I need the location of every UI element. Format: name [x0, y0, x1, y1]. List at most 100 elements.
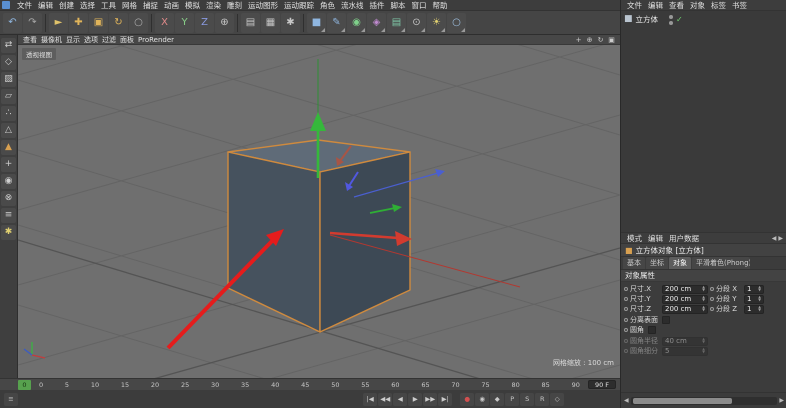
z-axis-lock-button[interactable]: Z	[195, 12, 214, 33]
scrollbar-thumb[interactable]	[632, 397, 733, 404]
menu-item[interactable]: 模拟	[182, 0, 203, 11]
attr-history-back-icon[interactable]: ◀	[772, 235, 777, 242]
segment-value-field[interactable]: 1 ▲ ▼	[744, 294, 764, 304]
rotation-key-toggle[interactable]: R	[535, 392, 550, 406]
model-mode-icon[interactable]: ◇	[1, 55, 16, 70]
light-button[interactable]: ☀	[427, 12, 446, 33]
texture-mode-icon[interactable]: ▨	[1, 72, 16, 87]
attribute-menu-item[interactable]: 编辑	[645, 233, 666, 244]
size-value-field[interactable]: 200 cm ▲ ▼	[662, 294, 708, 304]
menu-item[interactable]: 文件	[14, 0, 35, 11]
play-button[interactable]: ▶	[408, 392, 423, 406]
render-visibility-dot[interactable]	[669, 20, 674, 25]
zoom-view-icon[interactable]: ⊕	[584, 35, 595, 44]
make-editable-icon[interactable]: ⇄	[1, 38, 16, 53]
keyframe-selection-button[interactable]: ◆	[490, 392, 505, 406]
coordinate-system-button[interactable]: ⊕	[215, 12, 234, 33]
move-tool-icon[interactable]: ✚	[69, 12, 88, 33]
render-picture-viewer-button[interactable]: ▦	[261, 12, 280, 33]
attribute-menu-item[interactable]: 用户数据	[666, 233, 702, 244]
attribute-tab[interactable]: 坐标	[646, 257, 668, 269]
spinner[interactable]: ▲ ▼	[758, 295, 761, 302]
spinner[interactable]: ▲ ▼	[702, 285, 705, 292]
scroll-right-icon[interactable]: ▶	[779, 397, 784, 404]
attr-history-forward-icon[interactable]: ▶	[778, 235, 783, 242]
polygons-mode-icon[interactable]: ▲	[1, 140, 16, 155]
autokey-button[interactable]: ◉	[475, 392, 490, 406]
menu-item[interactable]: 捕捉	[140, 0, 161, 11]
size-value-field[interactable]: 200 cm ▲ ▼	[662, 304, 708, 314]
viewport-menu-item[interactable]: 查看	[21, 35, 39, 45]
redo-icon[interactable]: ↷	[23, 12, 42, 33]
keyframe-dot[interactable]	[710, 287, 714, 291]
pen-tool-button[interactable]: ✎	[327, 12, 346, 33]
modeling-settings-icon[interactable]: ✱	[1, 225, 16, 240]
last-tool-icon[interactable]: ○	[129, 12, 148, 33]
segment-value-field[interactable]: 1 ▲ ▼	[744, 284, 764, 294]
menu-item[interactable]: 插件	[367, 0, 388, 11]
spinner[interactable]: ▲ ▼	[758, 305, 761, 312]
spinner[interactable]: ▲ ▼	[758, 285, 761, 292]
animation-palette-icon[interactable]: ≡	[4, 392, 18, 406]
object-manager[interactable]: ■ 立方体 ✓	[621, 11, 786, 233]
points-mode-icon[interactable]: ∴	[1, 106, 16, 121]
scale-key-toggle[interactable]: S	[520, 392, 535, 406]
attribute-tab[interactable]: 基本	[623, 257, 645, 269]
next-frame-button[interactable]: ▶▶	[423, 392, 438, 406]
record-keyframe-button[interactable]: ●	[460, 392, 475, 406]
menu-item[interactable]: 脚本	[388, 0, 409, 11]
viewport-menu-item[interactable]: 摄像机	[39, 35, 64, 45]
edges-mode-icon[interactable]: △	[1, 123, 16, 138]
menu-item[interactable]: 雕刻	[224, 0, 245, 11]
keyframe-dot[interactable]	[710, 307, 714, 311]
undo-icon[interactable]: ↶	[3, 12, 22, 33]
quantize-icon[interactable]: ≡	[1, 208, 16, 223]
keyframe-dot[interactable]	[624, 287, 628, 291]
sky-button[interactable]: ○	[447, 12, 466, 33]
scroll-left-icon[interactable]: ◀	[624, 397, 629, 404]
live-selection-icon[interactable]: ►	[49, 12, 68, 33]
array-modifier-button[interactable]: ◈	[367, 12, 386, 33]
viewport[interactable]: 透视视图 网格缩放 : 100 cm	[18, 45, 620, 378]
render-settings-button[interactable]: ✱	[281, 12, 300, 33]
keyframe-dot[interactable]	[624, 307, 628, 311]
object-manager-menu-item[interactable]: 查看	[666, 0, 687, 11]
object-list-item[interactable]: ■ 立方体 ✓	[624, 13, 783, 26]
segment-value-field[interactable]: 1 ▲ ▼	[744, 304, 764, 314]
menu-item[interactable]: 窗口	[409, 0, 430, 11]
section-header[interactable]: 对象属性	[621, 270, 786, 282]
attribute-menu-item[interactable]: 模式	[624, 233, 645, 244]
size-value-field[interactable]: 200 cm ▲ ▼	[662, 284, 708, 294]
toggle-layout-icon[interactable]: ▣	[606, 35, 617, 44]
visibility-toggles[interactable]	[669, 14, 674, 25]
keyframe-dot[interactable]	[624, 328, 628, 332]
goto-start-button[interactable]: |◀	[363, 392, 378, 406]
y-axis-lock-button[interactable]: Y	[175, 12, 194, 33]
menu-item[interactable]: 角色	[317, 0, 338, 11]
lock-workplane-icon[interactable]: ⊗	[1, 191, 16, 206]
menu-item[interactable]: 编辑	[35, 0, 56, 11]
object-name[interactable]: 立方体	[636, 14, 659, 25]
viewport-menu-item[interactable]: 显示	[64, 35, 82, 45]
object-manager-menu-item[interactable]: 书签	[729, 0, 750, 11]
menu-item[interactable]: 运动跟踪	[281, 0, 317, 11]
viewport-3d-scene[interactable]	[18, 45, 620, 378]
menu-item[interactable]: 运动图形	[245, 0, 281, 11]
spinner[interactable]: ▲ ▼	[702, 305, 705, 312]
render-view-button[interactable]: ▤	[241, 12, 260, 33]
menu-item[interactable]: 动画	[161, 0, 182, 11]
object-manager-menu-item[interactable]: 编辑	[645, 0, 666, 11]
viewport-menu-item[interactable]: 面板	[118, 35, 136, 45]
timeline-playhead[interactable]: 0	[18, 379, 31, 390]
enable-check-icon[interactable]: ✓	[676, 15, 683, 24]
keyframe-dot[interactable]	[710, 297, 714, 301]
parameter-key-toggle[interactable]: ◇	[550, 392, 565, 406]
checkbox[interactable]	[648, 326, 656, 334]
viewport-menu-item[interactable]: ProRender	[136, 36, 176, 44]
menu-item[interactable]: 创建	[56, 0, 77, 11]
enable-snap-icon[interactable]: ◉	[1, 174, 16, 189]
menu-item[interactable]: 选择	[77, 0, 98, 11]
menu-item[interactable]: 帮助	[430, 0, 451, 11]
x-axis-lock-button[interactable]: X	[155, 12, 174, 33]
checkbox[interactable]	[662, 316, 670, 324]
